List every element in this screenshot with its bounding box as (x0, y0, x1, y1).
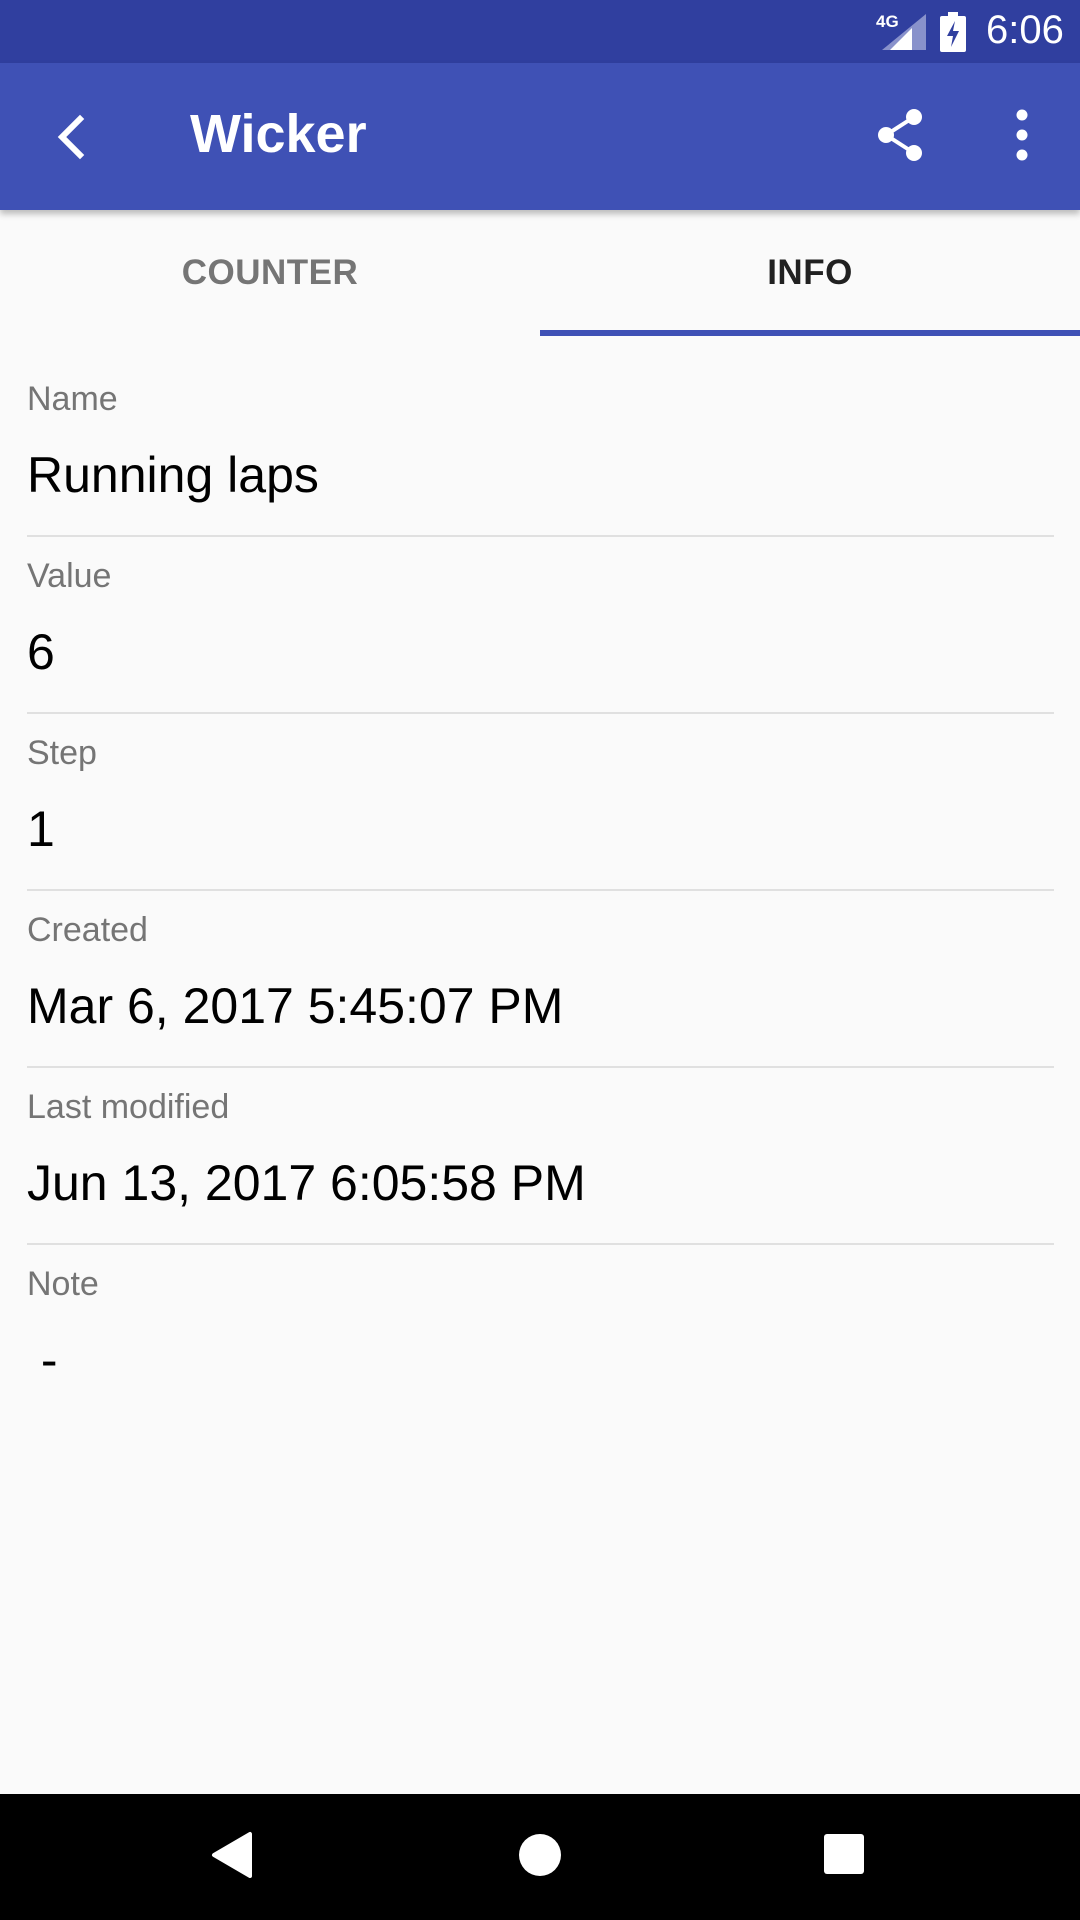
status-bar: 4G 6:06 (0, 0, 1080, 63)
field-value: 6 (27, 624, 55, 680)
field-note: Note - (0, 1221, 1080, 1398)
info-fields: Name Running laps Value 6 Step 1 Created… (0, 336, 1080, 1398)
field-created: Created Mar 6, 2017 5:45:07 PM (0, 867, 1080, 1068)
system-nav-bar (0, 1794, 1080, 1920)
field-value: Running laps (27, 447, 319, 503)
nav-back-icon[interactable] (210, 1830, 254, 1880)
field-label: Value (27, 557, 112, 595)
field-step: Step 1 (0, 690, 1080, 891)
battery-charging-icon (940, 12, 966, 52)
tab-info[interactable]: INFO (540, 210, 1080, 336)
more-vert-icon[interactable] (990, 103, 1054, 167)
field-last-modified: Last modified Jun 13, 2017 6:05:58 PM (0, 1044, 1080, 1245)
back-arrow-icon[interactable] (40, 105, 104, 169)
field-label: Name (27, 380, 118, 418)
app-title: Wicker (190, 104, 367, 164)
field-label: Note (27, 1265, 99, 1303)
app-bar: Wicker (0, 63, 1080, 210)
field-name: Name Running laps (0, 336, 1080, 537)
field-value: Mar 6, 2017 5:45:07 PM (27, 978, 564, 1034)
field-value: Jun 13, 2017 6:05:58 PM (27, 1155, 586, 1211)
nav-home-icon[interactable] (515, 1830, 565, 1880)
field-label: Last modified (27, 1088, 230, 1126)
field-value: - (27, 1332, 58, 1388)
field-label: Created (27, 911, 148, 949)
nav-recents-icon[interactable] (822, 1832, 866, 1876)
share-icon[interactable] (868, 103, 932, 167)
signal-icon (882, 14, 926, 50)
tab-bar: COUNTER INFO (0, 210, 1080, 336)
field-label: Step (27, 734, 97, 772)
status-clock: 6:06 (986, 8, 1064, 52)
tab-counter[interactable]: COUNTER (0, 210, 540, 336)
field-value-count: Value 6 (0, 513, 1080, 714)
field-value: 1 (27, 801, 55, 857)
